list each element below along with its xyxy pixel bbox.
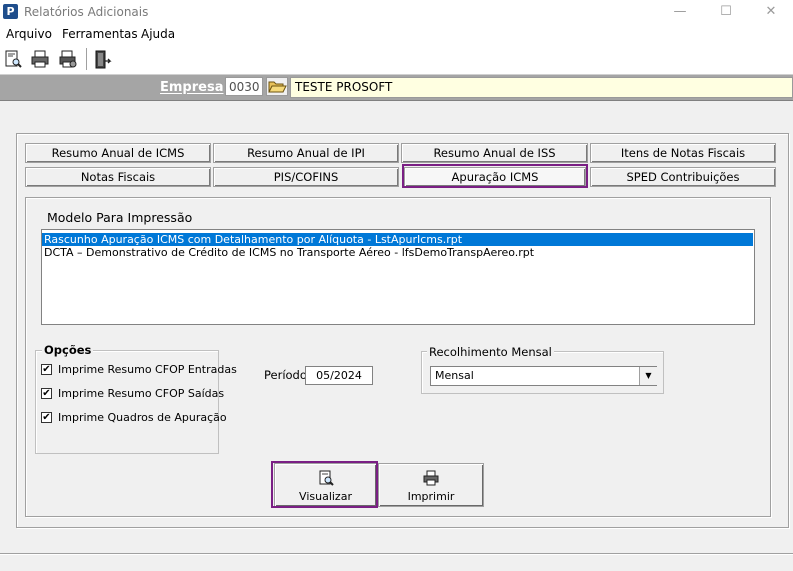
tab-resumo-anual-iss[interactable]: Resumo Anual de ISS <box>401 143 588 163</box>
empresa-code-field[interactable]: 0030 <box>225 77 263 96</box>
opcoes-legend: Opções <box>42 343 94 357</box>
empresa-label: Empresa <box>160 80 224 95</box>
tab-label: Resumo Anual de IPI <box>247 146 365 160</box>
minimize-button[interactable]: — <box>665 2 695 22</box>
menu-ferramentas[interactable]: Ferramentas <box>62 27 138 41</box>
modelo-label: Modelo Para Impressão <box>47 210 193 225</box>
periodo-label: Período <box>264 368 307 382</box>
close-button[interactable]: ✕ <box>756 2 786 22</box>
tab-sped-contribuicoes[interactable]: SPED Contribuições <box>590 167 776 187</box>
tab-label: PIS/COFINS <box>273 170 339 184</box>
chk-cfop-entradas-label: Imprime Resumo CFOP Entradas <box>58 363 237 376</box>
print-icon <box>379 470 483 489</box>
chk-cfop-saidas[interactable]: ✔ <box>41 388 52 399</box>
list-item[interactable]: Rascunho Apuração ICMS com Detalhamento … <box>42 233 753 246</box>
chevron-down-icon[interactable]: ▼ <box>639 367 657 385</box>
maximize-button[interactable]: ☐ <box>711 2 741 22</box>
periodo-input[interactable]: 05/2024 <box>305 366 373 385</box>
window-title: Relatórios Adicionais <box>24 5 149 19</box>
empresa-name-field: TESTE PROSOFT <box>290 77 793 98</box>
tab-notas-fiscais[interactable]: Notas Fiscais <box>25 167 211 187</box>
menu-arquivo[interactable]: Arquivo <box>6 27 52 41</box>
toolbar-separator <box>86 48 87 70</box>
tab-resumo-anual-icms[interactable]: Resumo Anual de ICMS <box>25 143 211 163</box>
chk-cfop-entradas[interactable]: ✔ <box>41 364 52 375</box>
chk-quadros-apuracao[interactable]: ✔ <box>41 412 52 423</box>
tab-label: Resumo Anual de ISS <box>433 146 556 160</box>
preview-report-icon[interactable] <box>4 50 22 68</box>
tab-label: Itens de Notas Fiscais <box>620 146 746 160</box>
menu-ajuda[interactable]: Ajuda <box>141 27 175 41</box>
chk-cfop-saidas-label: Imprime Resumo CFOP Saídas <box>58 387 225 400</box>
print-icon[interactable] <box>31 50 49 68</box>
list-item[interactable]: DCTA – Demonstrativo de Crédito de ICMS … <box>42 246 753 259</box>
recolhimento-legend: Recolhimento Mensal <box>427 345 554 359</box>
highlight-tab-apuracao <box>402 164 588 188</box>
tab-label: Resumo Anual de ICMS <box>51 146 185 160</box>
tab-pis-cofins[interactable]: PIS/COFINS <box>213 167 399 187</box>
status-bar-divider-highlight <box>0 554 793 555</box>
chk-quadros-apuracao-label: Imprime Quadros de Apuração <box>58 411 227 424</box>
imprimir-button[interactable]: Imprimir <box>378 463 484 507</box>
tab-itens-notas-fiscais[interactable]: Itens de Notas Fiscais <box>590 143 776 163</box>
app-logo-icon: P <box>3 4 18 19</box>
print-setup-icon[interactable] <box>59 50 77 68</box>
toolbar <box>0 44 793 75</box>
tab-label: Notas Fiscais <box>80 170 156 184</box>
tab-resumo-anual-ipi[interactable]: Resumo Anual de IPI <box>213 143 399 163</box>
imprimir-label: Imprimir <box>407 490 455 503</box>
tab-label: SPED Contribuições <box>626 170 740 184</box>
recolhimento-select[interactable]: Mensal <box>430 366 657 386</box>
open-folder-icon[interactable] <box>266 77 288 96</box>
exit-door-icon[interactable] <box>94 49 112 71</box>
highlight-visualizar <box>271 461 378 508</box>
